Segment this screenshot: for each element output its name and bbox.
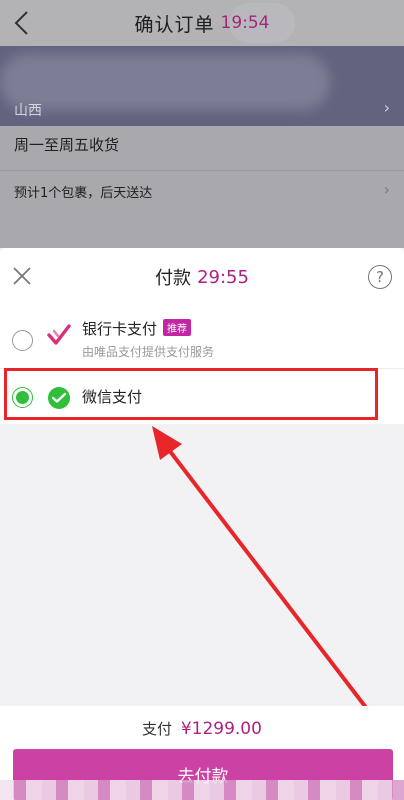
package-row[interactable]: 预计1个包裹，后天送达 › xyxy=(0,170,404,210)
address-card[interactable]: › xyxy=(0,46,404,126)
payment-sheet-header: 付款 29:55 ? xyxy=(0,248,404,306)
watermark-strip xyxy=(0,780,404,800)
payment-method-bank-card[interactable]: 银行卡支付 推荐 由唯品支付提供支付服务 xyxy=(0,306,404,368)
radio-unchecked-icon[interactable] xyxy=(12,330,33,351)
delivery-time-text: 周一至周五收货 xyxy=(14,136,120,154)
annotation-highlight-box xyxy=(4,368,378,420)
order-page-header: 确认订单 19:54 xyxy=(0,0,404,46)
payment-countdown: 29:55 xyxy=(197,266,249,288)
order-page-background: 确认订单 19:54 › 山西 周一至周五收货 预计1个包裹，后天送达 › xyxy=(0,0,404,248)
address-line: 山西 xyxy=(14,103,42,119)
bank-card-subtitle: 由唯品支付提供支付服务 xyxy=(82,345,215,359)
pay-amount: ¥1299.00 xyxy=(180,719,262,739)
close-icon[interactable] xyxy=(10,264,34,288)
help-icon[interactable]: ? xyxy=(368,265,392,289)
recommended-badge: 推荐 xyxy=(163,319,192,336)
address-chevron-icon: › xyxy=(383,98,390,117)
help-symbol: ? xyxy=(376,268,384,286)
address-blur xyxy=(0,54,330,110)
pay-summary-label: 支付 xyxy=(142,720,173,738)
back-arrow-icon[interactable] xyxy=(10,9,36,37)
payment-summary: 支付 ¥1299.00 xyxy=(0,718,404,739)
vip-pay-check-icon xyxy=(47,324,71,345)
order-page-title: 确认订单 xyxy=(134,13,215,36)
bank-card-label: 银行卡支付 推荐 xyxy=(82,318,192,339)
clock-text: 19:54 xyxy=(220,13,270,33)
package-chevron-icon: › xyxy=(383,180,390,199)
package-info-text: 预计1个包裹，后天送达 xyxy=(14,186,153,201)
bank-card-name: 银行卡支付 xyxy=(82,320,158,338)
delivery-time-row[interactable]: 周一至周五收货 xyxy=(0,126,404,164)
payment-title: 付款 xyxy=(155,268,192,289)
